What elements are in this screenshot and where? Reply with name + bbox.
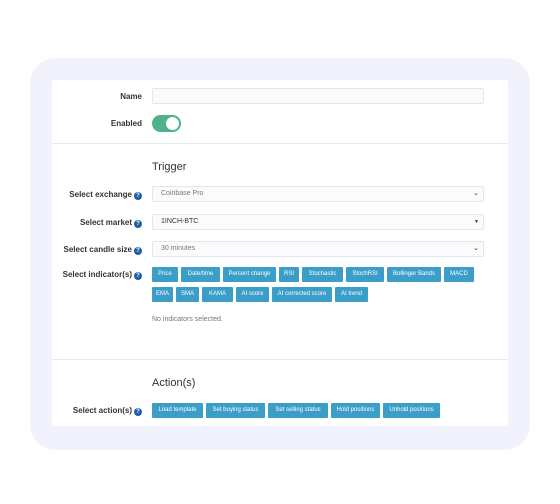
- toggle-knob: [166, 117, 179, 130]
- market-select[interactable]: 1INCH-BTC ▼: [152, 214, 484, 230]
- chevron-down-icon: ⌄: [473, 190, 479, 197]
- question-circle-icon[interactable]: ?: [134, 408, 142, 416]
- indicator-button-ai-score[interactable]: AI score: [236, 287, 269, 302]
- divider: [52, 359, 508, 360]
- question-circle-icon[interactable]: ?: [134, 220, 142, 228]
- enabled-label: Enabled: [110, 119, 142, 128]
- candle-label: Select candle size?: [64, 245, 142, 255]
- actions-label: Select action(s)?: [73, 406, 142, 416]
- exchange-label: Select exchange?: [69, 190, 142, 200]
- action-button-set-selling-status[interactable]: Set selling status: [268, 403, 328, 418]
- name-input[interactable]: [152, 88, 484, 104]
- no-indicators-text: No indicators selected.: [152, 316, 223, 323]
- question-circle-icon[interactable]: ?: [134, 247, 142, 255]
- enabled-toggle[interactable]: [152, 115, 181, 132]
- indicator-button-price[interactable]: Price: [152, 267, 178, 282]
- indicator-button-ai-trend[interactable]: AI trend: [335, 287, 368, 302]
- trigger-title: Trigger: [152, 161, 187, 173]
- question-circle-icon[interactable]: ?: [134, 272, 142, 280]
- chevron-down-icon: ⌄: [473, 245, 479, 252]
- exchange-select[interactable]: Coinbase Pro ⌄: [152, 186, 484, 202]
- name-label: Name: [120, 92, 142, 101]
- caret-down-icon: ▼: [474, 219, 479, 225]
- indicator-button-rsi[interactable]: RSI: [279, 267, 299, 282]
- indicator-button-stochrsi[interactable]: StochRSI: [346, 267, 384, 282]
- indicators-label: Select indicator(s)?: [63, 270, 142, 280]
- indicator-button-macd[interactable]: MACD: [444, 267, 474, 282]
- divider: [52, 143, 508, 144]
- question-circle-icon[interactable]: ?: [134, 192, 142, 200]
- exchange-value: Coinbase Pro: [161, 190, 204, 197]
- indicator-button-bollinger-bands[interactable]: Bollinger Bands: [387, 267, 441, 282]
- market-label: Select market?: [80, 218, 142, 228]
- indicator-button-stochastic[interactable]: Stochastic: [302, 267, 343, 282]
- action-button-load-template[interactable]: Load template: [152, 403, 203, 418]
- candle-value: 30 minutes: [161, 245, 196, 252]
- market-value: 1INCH-BTC: [161, 218, 199, 225]
- indicator-button-datetime[interactable]: Date/time: [181, 267, 220, 282]
- indicator-button-kama[interactable]: KAMA: [202, 287, 233, 302]
- indicator-button-percent-change[interactable]: Percent change: [223, 267, 276, 282]
- bot-settings-form: Name Enabled Trigger Select exchange? Co…: [52, 80, 508, 426]
- actions-title: Action(s): [152, 377, 196, 389]
- indicator-button-ai-corrected-score[interactable]: AI corrected score: [272, 287, 332, 302]
- indicator-button-ema[interactable]: EMA: [152, 287, 173, 302]
- indicator-button-sma[interactable]: SMA: [176, 287, 199, 302]
- action-button-unhold-positions[interactable]: Unhold positions: [383, 403, 440, 418]
- action-button-set-buying-status[interactable]: Set buying status: [206, 403, 265, 418]
- action-button-hold-positions[interactable]: Hold positions: [331, 403, 380, 418]
- candle-select[interactable]: 30 minutes ⌄: [152, 241, 484, 257]
